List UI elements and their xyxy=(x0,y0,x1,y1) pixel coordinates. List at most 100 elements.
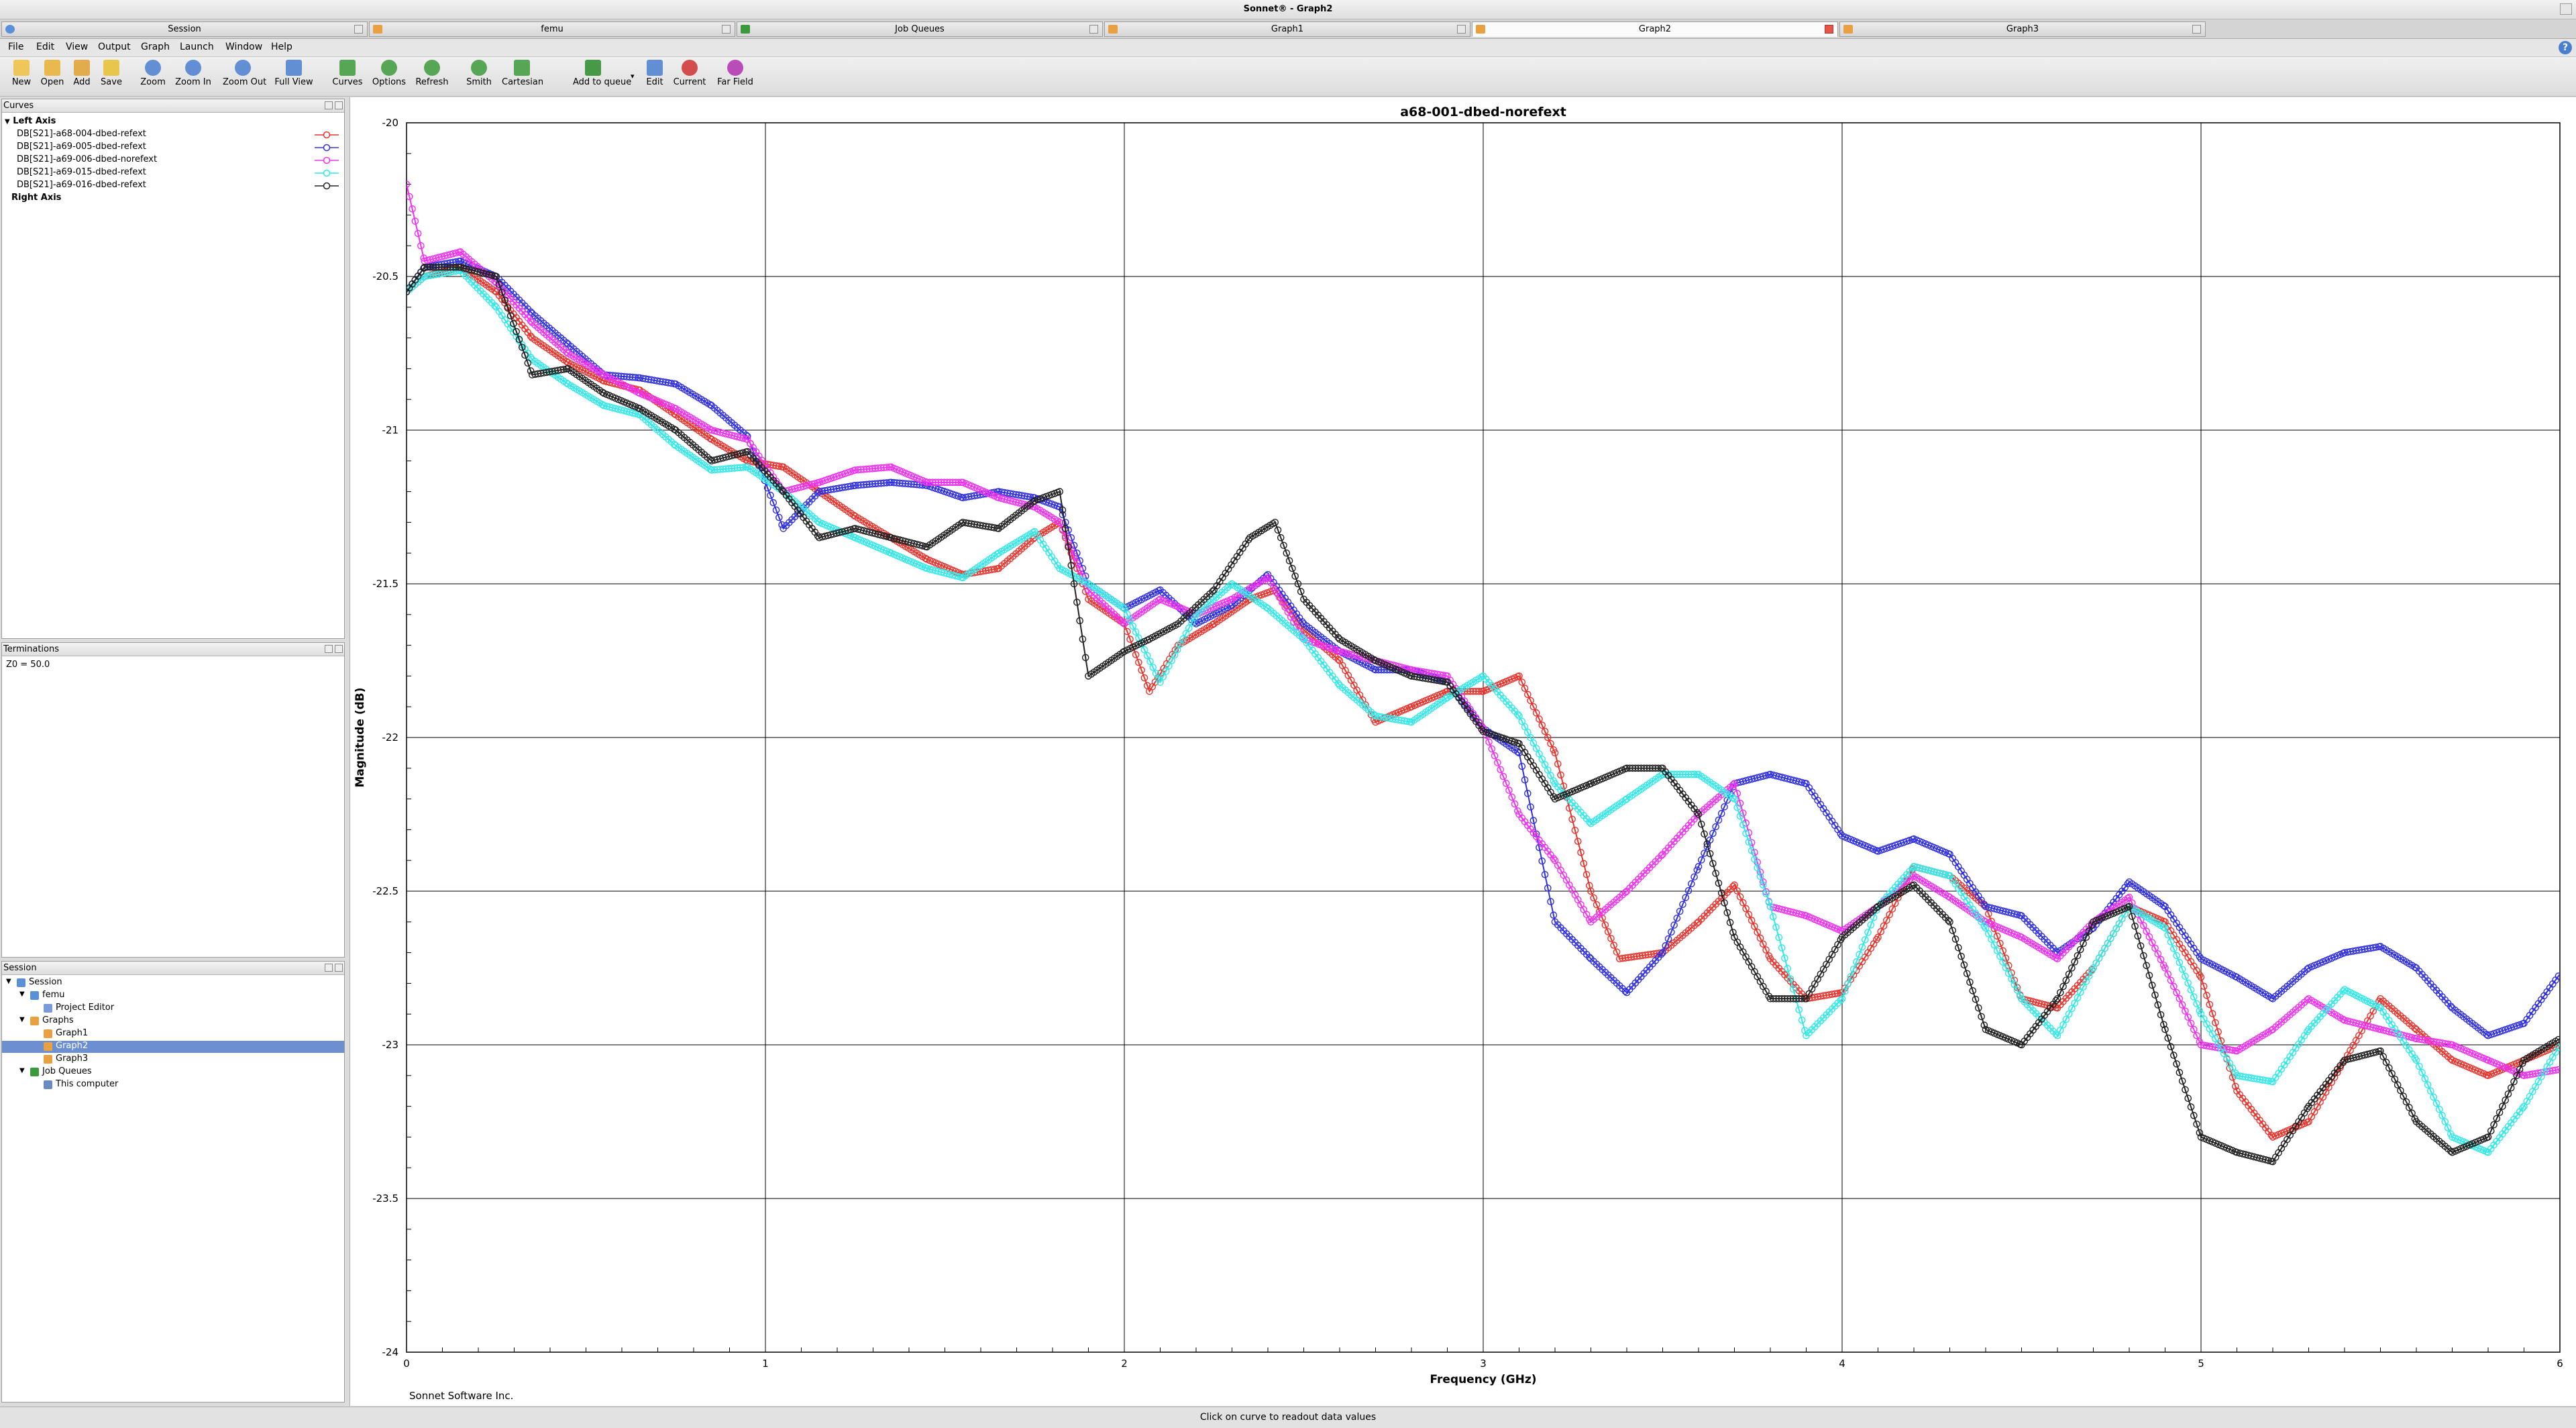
y-tick-label: -24 xyxy=(382,1346,399,1358)
chevron-down-icon[interactable]: ▼ xyxy=(19,1067,25,1074)
curve-item[interactable]: DB[S21]-a69-005-dbed-refext xyxy=(17,142,341,152)
curves-button[interactable]: Curves xyxy=(327,60,368,87)
zoom-button[interactable]: Zoom xyxy=(133,60,173,87)
close-icon[interactable] xyxy=(1457,25,1466,34)
x-tick-label: 0 xyxy=(403,1358,410,1370)
cartesian-button[interactable]: Cartesian xyxy=(502,60,543,87)
y-tick-label: -20 xyxy=(382,117,399,129)
curve-item[interactable]: DB[S21]-a68-004-dbed-refext xyxy=(17,129,341,139)
tree-node-label: Session xyxy=(29,977,62,987)
tree-node-graph3[interactable]: Graph3 xyxy=(2,1054,344,1066)
edit-button[interactable]: Edit xyxy=(635,60,675,87)
zoom-out-button[interactable]: Zoom Out xyxy=(223,60,267,87)
save-button[interactable]: Save xyxy=(91,60,131,87)
chart-title: a68-001-dbed-norefext xyxy=(1400,105,1566,119)
menu-edit[interactable]: Edit xyxy=(36,42,54,52)
legend-marker xyxy=(323,182,331,190)
chevron-down-icon[interactable]: ▼ xyxy=(19,990,25,998)
panel-float-icon[interactable] xyxy=(325,101,333,109)
chevron-down-icon[interactable]: ▼ xyxy=(5,118,10,125)
menu-output[interactable]: Output xyxy=(98,42,131,52)
add-to-queue-button[interactable]: Add to queue xyxy=(573,60,631,87)
tree-node-label: Graph3 xyxy=(56,1054,89,1064)
left-axis-node[interactable]: ▼ Left Axis xyxy=(5,116,56,126)
full-view-button[interactable]: Full View xyxy=(274,60,314,87)
project-icon xyxy=(30,991,39,1000)
menu-help[interactable]: Help xyxy=(271,42,292,52)
toolbar-button-label: Open xyxy=(40,77,64,87)
close-icon[interactable] xyxy=(1089,25,1098,34)
tree-node-project-editor[interactable]: Project Editor xyxy=(2,1003,344,1015)
tab-graph2[interactable]: Graph2 xyxy=(1472,21,1838,37)
toolbar-button-label: New xyxy=(11,77,32,87)
window-maximize-button[interactable] xyxy=(2560,3,2572,15)
panel-close-icon[interactable] xyxy=(335,101,343,109)
menu-graph[interactable]: Graph xyxy=(141,42,170,52)
curve-label: DB[S21]-a69-005-dbed-refext xyxy=(17,142,146,152)
tree-node-graphs[interactable]: ▼ Graphs xyxy=(2,1015,344,1027)
curves-panel-header: Curves xyxy=(2,99,344,113)
refresh-button[interactable]: Refresh xyxy=(412,60,452,87)
tree-node-graph1[interactable]: Graph1 xyxy=(2,1028,344,1040)
tab-job-queues[interactable]: Job Queues xyxy=(737,21,1103,37)
curves-panel-title: Curves xyxy=(3,101,34,111)
curve-legend-swatch xyxy=(315,144,339,152)
toolbar-button-label: Zoom xyxy=(140,77,166,87)
menu-window[interactable]: Window xyxy=(225,42,262,52)
chevron-down-icon[interactable]: ▼ xyxy=(6,978,11,985)
right-axis-node[interactable]: Right Axis xyxy=(11,193,61,203)
menu-file[interactable]: File xyxy=(8,42,23,52)
window-title: Sonnet® - Graph2 xyxy=(1243,4,1333,14)
help-icon[interactable]: ? xyxy=(2559,41,2572,54)
legend-marker xyxy=(323,169,331,177)
chevron-down-icon[interactable]: ▼ xyxy=(19,1016,25,1023)
close-icon[interactable] xyxy=(722,25,731,34)
tree-node-label: Graph2 xyxy=(56,1041,89,1051)
tab-graph3[interactable]: Graph3 xyxy=(1839,21,2206,37)
curve-item[interactable]: DB[S21]-a69-015-dbed-refext xyxy=(17,167,341,177)
current-button[interactable]: Current xyxy=(669,60,710,87)
panel-float-icon[interactable] xyxy=(325,964,333,972)
toolbar-button-label: Zoom Out xyxy=(223,77,267,87)
curve-label: DB[S21]-a69-015-dbed-refext xyxy=(17,167,146,177)
y-tick-label: -22 xyxy=(382,731,399,744)
y-tick-label: -21.5 xyxy=(372,578,398,590)
tree-node-femu[interactable]: ▼ femu xyxy=(2,990,344,1002)
tab-session[interactable]: Session xyxy=(1,21,368,37)
terminations-panel-header: Terminations xyxy=(2,643,344,656)
legend-marker xyxy=(323,144,331,152)
graph-icon xyxy=(1843,25,1853,34)
zoom-in-button[interactable]: Zoom In xyxy=(173,60,213,87)
status-bar: Click on curve to readout data values xyxy=(0,1407,2576,1428)
curve-item[interactable]: DB[S21]-a69-006-dbed-norefext xyxy=(17,154,341,164)
chevron-down-icon[interactable]: ▾ xyxy=(631,72,635,81)
magnitude-chart[interactable]: a68-001-dbed-norefext 0 1 2 3 4 5 6 -20 -20.5 -21 -… xyxy=(350,97,2576,1406)
menu-launch[interactable]: Launch xyxy=(180,42,214,52)
menu-view[interactable]: View xyxy=(66,42,88,52)
tab-graph1[interactable]: Graph1 xyxy=(1104,21,1470,37)
tree-node-job-queues[interactable]: ▼ Job Queues xyxy=(2,1066,344,1078)
x-tick-label: 4 xyxy=(1839,1358,1845,1370)
session-icon xyxy=(5,25,15,34)
tree-node-session[interactable]: ▼ Session xyxy=(2,977,344,989)
close-icon[interactable] xyxy=(1825,25,1833,34)
tab-femu[interactable]: femu xyxy=(369,21,735,37)
far-field-icon xyxy=(727,60,743,76)
options-button[interactable]: Options xyxy=(369,60,409,87)
y-tick-label: -23 xyxy=(382,1039,399,1051)
main-toolbar: New Open Add Save Zoom Zoom In Zoom Out Full Vi… xyxy=(0,57,2576,97)
curve-label: DB[S21]-a69-016-dbed-refext xyxy=(17,180,146,190)
panel-close-icon[interactable] xyxy=(335,645,343,653)
close-icon[interactable] xyxy=(354,25,363,34)
smith-button[interactable]: Smith xyxy=(459,60,499,87)
computer-icon xyxy=(44,1080,52,1089)
curve-item[interactable]: DB[S21]-a69-016-dbed-refext xyxy=(17,180,341,190)
panel-close-icon[interactable] xyxy=(335,964,343,972)
far-field-button[interactable]: Far Field xyxy=(715,60,755,87)
close-icon[interactable] xyxy=(2192,25,2201,34)
add-to-queue-icon xyxy=(585,60,601,76)
tree-node-graph2[interactable]: Graph2 xyxy=(2,1041,344,1053)
panel-float-icon[interactable] xyxy=(325,645,333,653)
tree-node-this-computer[interactable]: This computer xyxy=(2,1079,344,1091)
tree-node-label: Job Queues xyxy=(42,1066,92,1076)
